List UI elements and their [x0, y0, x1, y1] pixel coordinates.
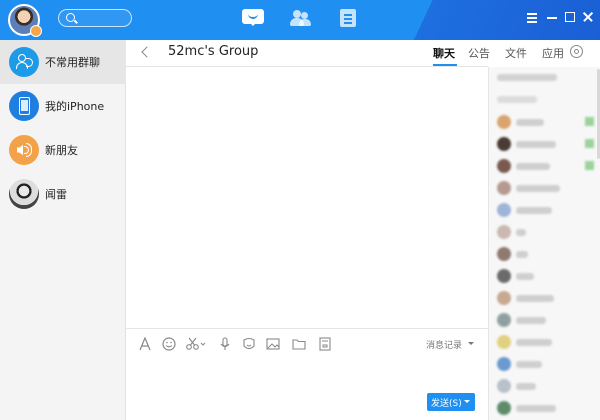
user-avatar[interactable] [8, 4, 42, 37]
emoji-icon[interactable] [162, 337, 176, 351]
session-new-friends[interactable]: 新朋友 [0, 128, 126, 172]
settings-icon[interactable] [569, 44, 585, 60]
phone-icon [9, 91, 39, 121]
list-item[interactable] [497, 225, 597, 243]
input-toolbar: 消息记录 [126, 328, 488, 358]
session-my-iphone[interactable]: 我的iPhone [0, 84, 126, 128]
nav-apps-icon[interactable] [338, 8, 360, 28]
send-label: 发送(S) [431, 399, 462, 409]
close-icon[interactable] [581, 10, 595, 24]
list-item[interactable] [497, 115, 597, 133]
list-item[interactable] [497, 137, 597, 155]
tab-announcement[interactable]: 公告 [468, 45, 490, 61]
search-box[interactable] [58, 9, 132, 27]
app-window: 不常用群聊 我的iPhone 新朋友 闻雷 52mc's Group 聊天 公告… [0, 0, 600, 420]
back-icon[interactable] [140, 46, 153, 60]
session-label: 不常用群聊 [45, 56, 100, 69]
member-list-header [497, 74, 557, 81]
tab-chat[interactable]: 聊天 [433, 45, 455, 61]
active-tab-indicator [433, 64, 457, 66]
chat-header: 52mc's Group 聊天 公告 文件 应用 [126, 40, 583, 67]
list-item[interactable] [497, 401, 597, 419]
message-area [126, 68, 488, 328]
session-label: 闻雷 [45, 188, 67, 201]
font-icon[interactable] [138, 337, 152, 351]
scissors-icon[interactable] [186, 337, 206, 351]
message-history-link[interactable]: 消息记录 [426, 338, 462, 351]
send-button[interactable]: 发送(S) [427, 393, 475, 411]
tab-apps[interactable]: 应用 [542, 45, 564, 61]
list-item[interactable] [497, 159, 597, 177]
archive-icon[interactable] [318, 337, 332, 351]
microphone-icon[interactable] [218, 337, 232, 351]
member-search[interactable] [497, 96, 537, 103]
nav-contacts-icon[interactable] [289, 8, 311, 28]
session-list: 不常用群聊 我的iPhone 新朋友 闻雷 [0, 40, 126, 420]
session-label: 我的iPhone [45, 100, 105, 113]
tab-files[interactable]: 文件 [505, 45, 527, 61]
chevron-down-icon[interactable] [464, 400, 470, 406]
session-contact[interactable]: 闻雷 [0, 172, 126, 216]
list-item[interactable] [497, 181, 597, 199]
status-badge [30, 25, 42, 37]
list-item[interactable] [497, 291, 597, 309]
list-item[interactable] [497, 379, 597, 397]
group-icon [9, 47, 39, 77]
list-item[interactable] [497, 313, 597, 331]
list-item[interactable] [497, 357, 597, 375]
list-item[interactable] [497, 335, 597, 353]
list-item[interactable] [497, 203, 597, 221]
image-icon[interactable] [266, 337, 280, 351]
nav-chat-icon[interactable] [242, 8, 264, 28]
member-list [488, 67, 600, 420]
menu-icon[interactable] [525, 10, 539, 24]
folder-icon[interactable] [292, 337, 306, 351]
list-item[interactable] [497, 247, 597, 265]
chevron-down-icon[interactable] [468, 342, 474, 348]
speaker-icon [9, 135, 39, 165]
minimize-icon[interactable] [545, 10, 559, 24]
message-input[interactable]: 发送(S) [126, 358, 488, 420]
avatar [9, 179, 39, 209]
list-item[interactable] [497, 269, 597, 287]
top-bar [0, 0, 600, 40]
sticker-icon[interactable] [242, 337, 256, 351]
session-label: 新朋友 [45, 144, 78, 157]
maximize-icon[interactable] [563, 10, 577, 24]
session-group-chats[interactable]: 不常用群聊 [0, 40, 126, 84]
search-icon [66, 13, 75, 22]
chat-title: 52mc's Group [168, 44, 259, 59]
